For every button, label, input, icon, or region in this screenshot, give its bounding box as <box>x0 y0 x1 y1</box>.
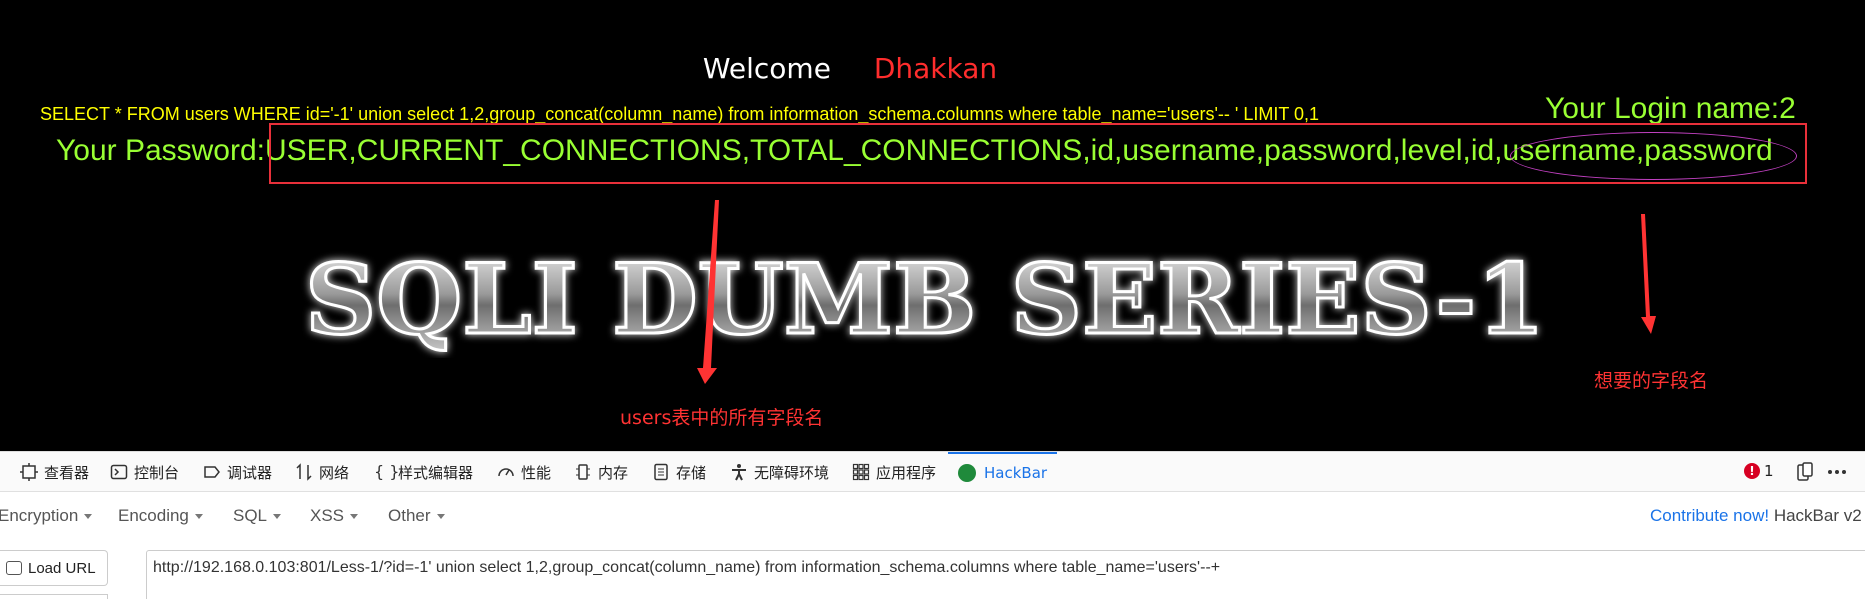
split-url-button[interactable] <box>0 594 108 599</box>
menu-label: Encryption <box>0 506 79 525</box>
menu-xss[interactable]: XSS <box>310 506 359 526</box>
web-page: Welcome Dhakkan SELECT * FROM users WHER… <box>0 0 1865 451</box>
tab-hackbar[interactable]: HackBar <box>948 452 1058 492</box>
chevron-down-icon <box>273 514 282 520</box>
tab-memory[interactable]: 内存 <box>574 452 628 492</box>
menu-encryption[interactable]: Encryption <box>0 506 93 526</box>
tab-label: HackBar <box>984 464 1048 482</box>
chevron-down-icon <box>194 514 203 520</box>
tab-label: 内存 <box>598 463 629 482</box>
error-icon: ! <box>1744 463 1760 479</box>
contribute-link[interactable]: Contribute now! <box>1650 506 1769 525</box>
more-options-icon[interactable] <box>1826 462 1848 482</box>
error-count: 1 <box>1764 462 1774 480</box>
tab-network[interactable]: 网络 <box>295 452 349 492</box>
chevron-down-icon <box>436 514 445 520</box>
devtools-panel: 查看器 控制台 调试器 网络 { } 样式编辑器 性能 内存 存储 无障碍环境 … <box>0 451 1865 599</box>
tab-label: 性能 <box>521 463 552 482</box>
tab-label: 网络 <box>319 463 350 482</box>
style-editor-icon: { } <box>374 462 400 481</box>
tab-label: 存储 <box>676 463 707 482</box>
hackbar-icon <box>958 464 976 482</box>
tab-label: 调试器 <box>227 463 273 482</box>
tab-label: 无障碍环境 <box>754 463 830 482</box>
console-icon <box>110 464 128 480</box>
tab-performance[interactable]: 性能 <box>497 452 551 492</box>
arrow-all-fields <box>697 200 719 384</box>
menu-label: XSS <box>310 506 345 525</box>
tab-style-editor[interactable]: { } 样式编辑器 <box>374 452 473 492</box>
menu-other[interactable]: Other <box>388 506 445 526</box>
load-url-label: Load URL <box>28 559 96 577</box>
chevron-down-icon <box>350 514 359 520</box>
tab-label: 控制台 <box>134 463 180 482</box>
performance-icon <box>498 468 514 477</box>
menu-label: Encoding <box>118 506 189 525</box>
chevron-down-icon <box>84 514 93 520</box>
application-icon <box>852 463 870 481</box>
load-url-button[interactable]: Load URL <box>0 550 108 586</box>
contribute-area: Contribute now! HackBar v2 <box>1650 506 1862 526</box>
error-counter[interactable]: ! 1 <box>1744 462 1774 480</box>
tab-storage[interactable]: 存储 <box>652 452 706 492</box>
annotation-wanted-fields: 想要的字段名 <box>1594 370 1709 392</box>
tab-label: 应用程序 <box>876 463 937 482</box>
arrow-wanted-fields <box>1641 214 1656 334</box>
tab-console[interactable]: 控制台 <box>110 452 179 492</box>
menu-label: SQL <box>233 506 268 525</box>
tab-label: 查看器 <box>44 463 90 482</box>
tab-debugger[interactable]: 调试器 <box>203 452 272 492</box>
devtools-tabbar: 查看器 控制台 调试器 网络 { } 样式编辑器 性能 内存 存储 无障碍环境 … <box>0 452 1865 492</box>
hackbar-menubar: Encryption Encoding SQL XSS Other Contri… <box>0 492 1865 540</box>
memory-icon <box>576 464 590 480</box>
menu-sql[interactable]: SQL <box>233 506 282 526</box>
dock-side-icon[interactable] <box>1796 462 1814 482</box>
tab-label: 样式编辑器 <box>398 463 474 482</box>
accessibility-icon <box>732 464 746 481</box>
url-input[interactable]: http://192.168.0.103:801/Less-1/?id=-1' … <box>146 550 1865 599</box>
annotation-arrows <box>697 200 1656 384</box>
annotation-all-fields: users表中的所有字段名 <box>620 407 824 429</box>
network-icon <box>296 463 312 481</box>
menu-label: Other <box>388 506 431 525</box>
hackbar-version: HackBar v2 <box>1773 506 1862 525</box>
load-url-icon <box>6 561 22 575</box>
inspector-icon <box>20 463 38 481</box>
menu-encoding[interactable]: Encoding <box>118 506 203 526</box>
tab-application[interactable]: 应用程序 <box>852 452 936 492</box>
tab-inspector[interactable]: 查看器 <box>20 452 89 492</box>
tab-accessibility[interactable]: 无障碍环境 <box>730 452 829 492</box>
debugger-icon <box>204 466 220 478</box>
storage-icon <box>654 463 668 481</box>
